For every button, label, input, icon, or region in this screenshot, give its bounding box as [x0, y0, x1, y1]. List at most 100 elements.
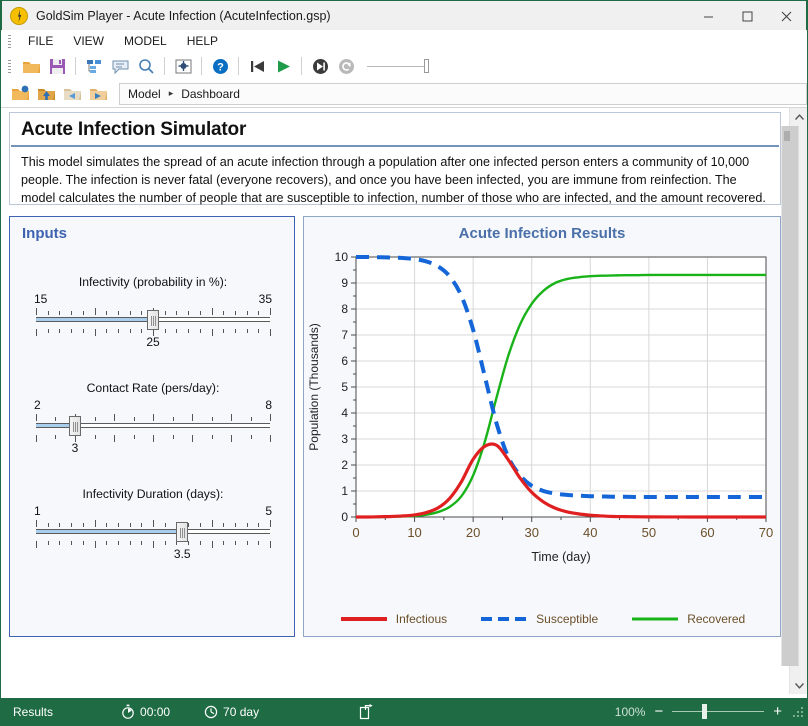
help-icon[interactable]: ? [207, 54, 233, 78]
x-tick-label: 20 [466, 525, 480, 540]
model-tree-icon[interactable] [81, 54, 107, 78]
comment-icon[interactable] [107, 54, 133, 78]
inputs-panel: Inputs Infectivity (probability in %): 1… [9, 216, 295, 637]
new-container-icon[interactable] [7, 82, 33, 106]
slider-thumb-infectivity[interactable] [147, 310, 159, 330]
menu-item-model[interactable]: MODEL [114, 32, 177, 50]
infection-chart: 0 1 2 3 4 5 6 7 8 9 10 0 10 20 30 40 50 60 70 Time (day) Pop… [304, 247, 782, 637]
y-tick-label: 4 [341, 406, 348, 420]
scroll-up-icon[interactable] [790, 108, 807, 126]
y-tick-label: 8 [341, 302, 348, 316]
breadcrumb: Model ▸ Dashboard [119, 82, 807, 105]
legend-label-susceptible: Susceptible [536, 612, 599, 626]
reset-icon[interactable] [333, 54, 359, 78]
save-icon[interactable] [44, 54, 70, 78]
toolbar-separator [301, 57, 302, 75]
legend-item-recovered: Recovered [632, 612, 745, 626]
dashboard-area: Acute Infection Simulator This model sim… [1, 108, 807, 694]
navigation-bar: Model ▸ Dashboard [1, 80, 807, 108]
search-icon[interactable] [133, 54, 159, 78]
slider-infectivity-duration[interactable]: 3.5 [36, 519, 271, 561]
slider-label-contact-rate: Contact Rate (pers/day): [86, 381, 220, 395]
status-bar: Results 00:00 70 day 100% − + [1, 698, 807, 725]
status-resize-grip[interactable] [791, 704, 803, 719]
main-toolbar: ? [1, 52, 807, 80]
slider-contact-rate[interactable]: 3 [36, 413, 271, 455]
go-forward-icon[interactable] [85, 82, 111, 106]
header-card: Acute Infection Simulator This model sim… [9, 112, 781, 205]
slider-label-infectivity: Infectivity (probability in %): [78, 275, 228, 289]
description-text: This model simulates the spread of an ac… [21, 155, 766, 205]
minimize-icon[interactable] [689, 1, 728, 31]
toolbar-speed-slider[interactable] [367, 59, 429, 73]
y-tick-label: 1 [341, 484, 348, 498]
step-to-end-icon[interactable] [307, 54, 333, 78]
slider-max-infectivity-duration: 5 [265, 504, 272, 518]
status-duration-label: 70 day [223, 704, 260, 719]
chart-legend: Infectious Susceptible Recovered [304, 612, 782, 626]
slider-rail [36, 529, 270, 534]
zoom-slider[interactable] [672, 704, 765, 719]
scroll-down-icon[interactable] [790, 676, 807, 694]
go-back-icon[interactable] [59, 82, 85, 106]
x-tick-label: 10 [407, 525, 421, 540]
y-tick-label: 3 [341, 432, 348, 446]
chart-svg: 0 1 2 3 4 5 6 7 8 9 10 0 10 20 30 40 50 60 70 Time (day) Pop… [307, 250, 773, 564]
open-folder-icon[interactable] [18, 54, 44, 78]
run-icon[interactable] [270, 54, 296, 78]
vertical-scroll-thumb[interactable] [781, 126, 799, 666]
status-mode-label: Results [13, 704, 54, 719]
zoom-slider-knob[interactable] [702, 704, 708, 719]
goldsim-app-icon [10, 6, 28, 25]
y-tick-label: 2 [341, 458, 348, 472]
results-panel: Acute Infection Results 0 1 2 3 4 5 6 7 8 9 10 0 10 2… [303, 216, 781, 637]
y-axis-label: Population (Thousands) [307, 323, 321, 450]
go-up-icon[interactable] [33, 82, 59, 106]
breadcrumb-item-model[interactable]: Model [128, 87, 161, 101]
stopwatch-icon [122, 704, 134, 719]
clock-icon [204, 705, 218, 719]
toolbar-grip-handle[interactable] [8, 59, 11, 73]
breadcrumb-item-dashboard[interactable]: Dashboard [181, 87, 240, 101]
goldsim-player-window: GoldSim Player - Acute Infection (AcuteI… [0, 0, 808, 726]
results-panel-title: Acute Infection Results [458, 225, 626, 242]
zoom-in-button[interactable]: + [773, 704, 782, 719]
status-export-button[interactable] [359, 703, 374, 720]
slider-value-infectivity-duration: 3.5 [173, 547, 191, 561]
zoom-out-button[interactable]: − [654, 704, 663, 719]
slider-thumb-contact-rate[interactable] [68, 416, 81, 436]
x-tick-label: 70 [759, 525, 773, 540]
rewind-icon[interactable] [244, 54, 270, 78]
slider-infectivity[interactable]: 25 [36, 307, 271, 349]
svg-text:?: ? [217, 61, 224, 73]
menu-item-help[interactable]: HELP [177, 32, 228, 50]
y-tick-label: 5 [341, 380, 348, 394]
slider-value-contact-rate: 3 [71, 441, 79, 455]
slider-label-infectivity-duration: Infectivity Duration (days): [82, 487, 224, 501]
y-tick-label: 10 [335, 250, 349, 264]
menu-item-view[interactable]: VIEW [63, 32, 114, 50]
vertical-scrollbar[interactable] [781, 108, 807, 694]
slider-min-infectivity: 15 [34, 292, 48, 306]
close-icon[interactable] [767, 1, 806, 31]
status-mode: Results [13, 705, 53, 719]
menu-item-file[interactable]: FILE [18, 32, 63, 50]
legend-swatch-susceptible [481, 617, 528, 621]
speed-slider-knob[interactable] [424, 59, 429, 73]
y-tick-label: 9 [341, 276, 348, 290]
chevron-right-icon: ▸ [168, 88, 174, 98]
menu-grip-handle[interactable] [8, 34, 11, 48]
legend-swatch-recovered [632, 617, 679, 621]
slider-thumb-infectivity-duration[interactable] [176, 522, 189, 542]
toolbar-separator [75, 57, 76, 75]
y-tick-label: 6 [341, 354, 348, 368]
y-tick-label: 0 [341, 510, 348, 524]
window-title: GoldSim Player - Acute Infection (AcuteI… [36, 8, 331, 23]
toolbar-separator [201, 57, 202, 75]
speed-slider-track [367, 65, 425, 67]
slider-ticks-top [36, 520, 271, 527]
maximize-icon[interactable] [728, 1, 767, 31]
slider-range-infectivity-duration: 1 5 [34, 504, 272, 519]
legend-label-recovered: Recovered [687, 612, 746, 626]
settings-icon[interactable] [170, 54, 196, 78]
